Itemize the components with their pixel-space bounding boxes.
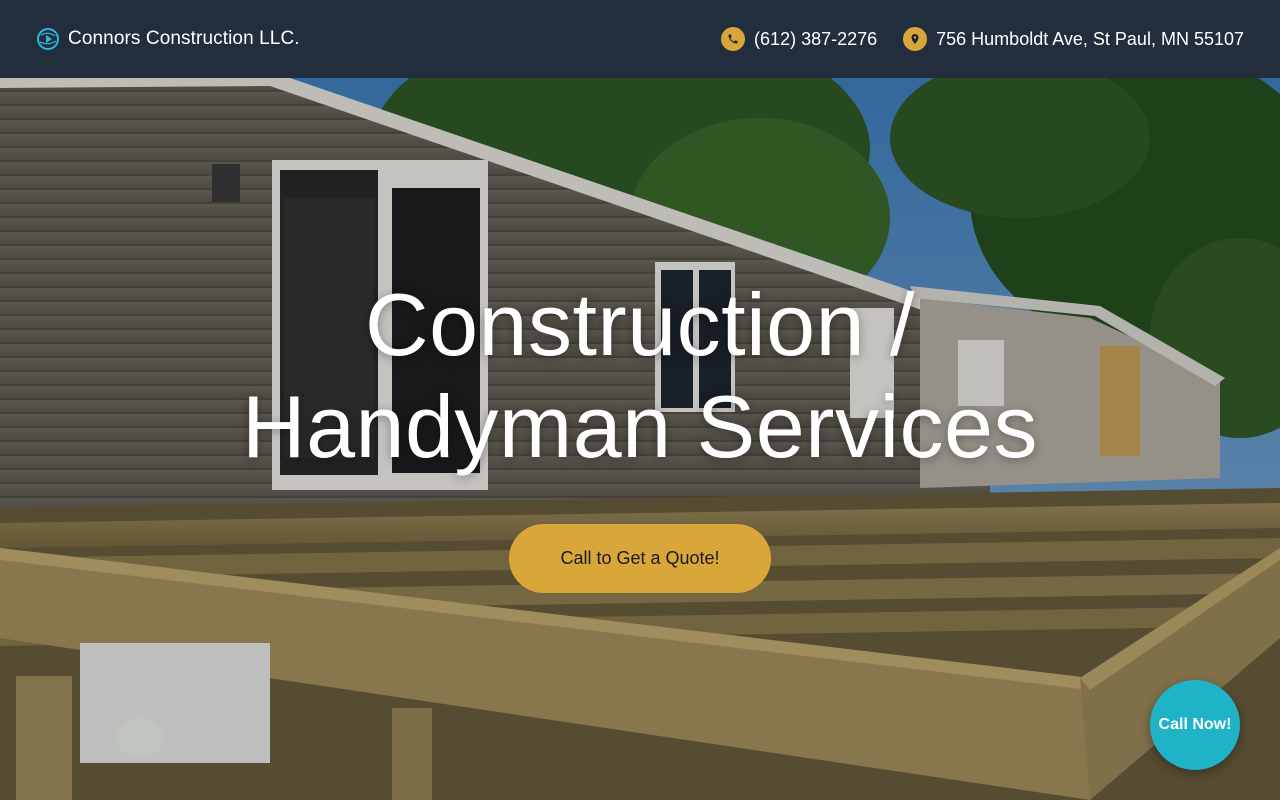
call-now-button[interactable]: Call Now! xyxy=(1150,680,1240,770)
hero-title: Construction / Handyman Services xyxy=(242,275,1038,476)
phone-icon xyxy=(721,27,746,51)
hero-content: Construction / Handyman Services Call to… xyxy=(0,78,1280,800)
brand-name: Connors Construction LLC. xyxy=(68,28,300,49)
contact-info: (612) 387-2276 756 Humboldt Ave, St Paul… xyxy=(721,27,1244,51)
get-quote-button[interactable]: Call to Get a Quote! xyxy=(509,524,771,593)
phone-link[interactable]: (612) 387-2276 xyxy=(721,27,877,51)
phone-number: (612) 387-2276 xyxy=(754,28,878,49)
globe-play-icon xyxy=(36,27,60,51)
hero-section: Construction / Handyman Services Call to… xyxy=(0,78,1280,800)
brand-link[interactable]: Connors Construction LLC. xyxy=(36,27,300,51)
address-text: 756 Humboldt Ave, St Paul, MN 55107 xyxy=(936,28,1244,49)
address-link[interactable]: 756 Humboldt Ave, St Paul, MN 55107 xyxy=(903,27,1244,51)
site-header: Connors Construction LLC. (612) 387-2276… xyxy=(0,0,1280,78)
map-pin-icon xyxy=(903,27,928,51)
